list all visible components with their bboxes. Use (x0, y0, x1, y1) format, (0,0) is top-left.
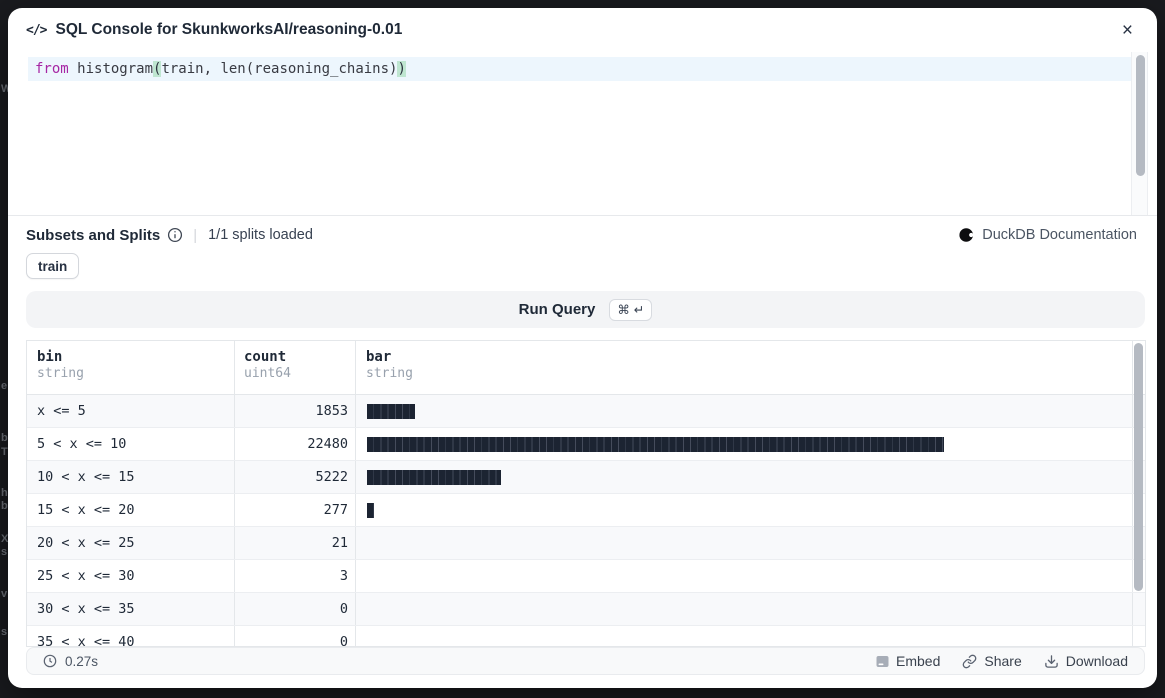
share-link-icon (962, 654, 977, 669)
code-token (69, 61, 77, 77)
column-name: bin (37, 349, 234, 366)
info-icon[interactable] (167, 227, 183, 243)
cell-count: 277 (234, 494, 355, 526)
split-chip-label: train (38, 259, 67, 274)
cell-count: 1853 (234, 395, 355, 427)
divider: | (193, 227, 197, 244)
download-button[interactable]: Download (1044, 653, 1128, 669)
query-duration-value: 0.27s (65, 654, 98, 669)
table-row: 30 < x <= 350 (27, 593, 1145, 626)
histogram-bar (367, 470, 501, 485)
results-table: bin string count uint64 bar string x <= … (26, 340, 1146, 647)
cell-count: 22480 (234, 428, 355, 460)
column-type: string (37, 366, 234, 382)
sql-console-modal: </> SQL Console for SkunkworksAI/reasoni… (8, 8, 1157, 688)
editor-scrollbar-track (1131, 52, 1148, 215)
split-chip-train[interactable]: train (26, 253, 79, 279)
code-icon: </> (26, 23, 46, 38)
column-name: bar (366, 349, 1132, 366)
embed-icon (876, 655, 889, 668)
cell-count: 0 (234, 626, 355, 647)
cell-bar (355, 560, 1133, 592)
code-token: histogram (77, 61, 153, 77)
table-header-row: bin string count uint64 bar string (27, 341, 1145, 395)
column-header-bar: bar string (355, 341, 1133, 394)
share-label: Share (984, 653, 1021, 669)
table-row: 25 < x <= 303 (27, 560, 1145, 593)
duckdb-documentation-label: DuckDB Documentation (982, 227, 1137, 243)
cell-bar (355, 527, 1133, 559)
editor-scrollbar-thumb[interactable] (1136, 55, 1145, 176)
keyboard-shortcut-badge: ⌘ ↵ (609, 299, 652, 321)
clock-icon (43, 654, 57, 668)
cell-count: 0 (234, 593, 355, 625)
background-text-fragment: s (1, 546, 7, 558)
cell-bar (355, 494, 1133, 526)
cell-bin: x <= 5 (27, 395, 234, 427)
results-footer: 0.27s Embed Share (26, 647, 1145, 675)
table-row: x <= 51853 (27, 395, 1145, 428)
histogram-bar (367, 437, 944, 452)
column-name: count (244, 349, 348, 366)
modal-header: </> SQL Console for SkunkworksAI/reasoni… (8, 8, 1157, 52)
close-icon[interactable]: × (1116, 19, 1139, 42)
cell-count: 5222 (234, 461, 355, 493)
table-row: 15 < x <= 20277 (27, 494, 1145, 527)
cell-bar (355, 428, 1133, 460)
cell-count: 3 (234, 560, 355, 592)
code-line: from histogram(train, len(reasoning_chai… (28, 61, 406, 77)
download-label: Download (1066, 653, 1128, 669)
histogram-bar (367, 503, 374, 518)
cell-bar (355, 626, 1133, 647)
duckdb-icon (959, 227, 975, 243)
dimmed-page-overlay: { "overlay": { "fragments": [ {"ch": "W"… (0, 0, 1165, 698)
cell-bar (355, 461, 1133, 493)
cell-bar (355, 593, 1133, 625)
code-token: from (35, 61, 69, 77)
active-code-line: from histogram(train, len(reasoning_chai… (28, 57, 1131, 81)
run-query-button[interactable]: Run Query ⌘ ↵ (26, 291, 1145, 328)
histogram-bar (367, 404, 415, 419)
background-text-fragment: s (1, 626, 7, 638)
embed-label: Embed (896, 653, 940, 669)
cell-bin: 20 < x <= 25 (27, 527, 234, 559)
modal-title: SQL Console for SkunkworksAI/reasoning-0… (55, 21, 1115, 39)
background-text-fragment: b (1, 500, 8, 512)
table-row: 20 < x <= 2521 (27, 527, 1145, 560)
table-row: 10 < x <= 155222 (27, 461, 1145, 494)
cell-bin: 10 < x <= 15 (27, 461, 234, 493)
embed-button[interactable]: Embed (876, 653, 940, 669)
table-row: 35 < x <= 400 (27, 626, 1145, 647)
background-text-fragment: h (1, 487, 8, 499)
duckdb-documentation-link[interactable]: DuckDB Documentation (959, 227, 1137, 243)
subsets-label: Subsets and Splits (26, 227, 160, 244)
query-duration: 0.27s (43, 654, 98, 669)
column-type: string (366, 366, 1132, 382)
cell-bin: 15 < x <= 20 (27, 494, 234, 526)
background-text-fragment: v (1, 588, 7, 600)
cell-bin: 30 < x <= 35 (27, 593, 234, 625)
share-button[interactable]: Share (962, 653, 1021, 669)
code-token: train, len(reasoning_chains) (161, 61, 397, 77)
footer-actions: Embed Share Download (876, 653, 1128, 669)
run-query-label: Run Query (519, 301, 596, 318)
sql-editor[interactable]: from histogram(train, len(reasoning_chai… (8, 52, 1157, 216)
table-row: 5 < x <= 1022480 (27, 428, 1145, 461)
background-text-fragment: b (1, 432, 8, 444)
cell-count: 21 (234, 527, 355, 559)
background-text-fragment: e (1, 380, 7, 392)
subsets-row: Subsets and Splits | 1/1 splits loaded D… (8, 222, 1157, 248)
splits-loaded-status: 1/1 splits loaded (208, 227, 313, 243)
column-type: uint64 (244, 366, 348, 382)
cell-bin: 35 < x <= 40 (27, 626, 234, 647)
cell-bin: 5 < x <= 10 (27, 428, 234, 460)
cell-bar (355, 395, 1133, 427)
column-header-bin: bin string (27, 341, 234, 394)
code-token: ) (397, 61, 405, 77)
download-icon (1044, 654, 1059, 669)
table-body: x <= 518535 < x <= 102248010 < x <= 1552… (27, 395, 1145, 647)
table-scrollbar-thumb[interactable] (1134, 343, 1143, 591)
column-header-count: count uint64 (234, 341, 355, 394)
cell-bin: 25 < x <= 30 (27, 560, 234, 592)
